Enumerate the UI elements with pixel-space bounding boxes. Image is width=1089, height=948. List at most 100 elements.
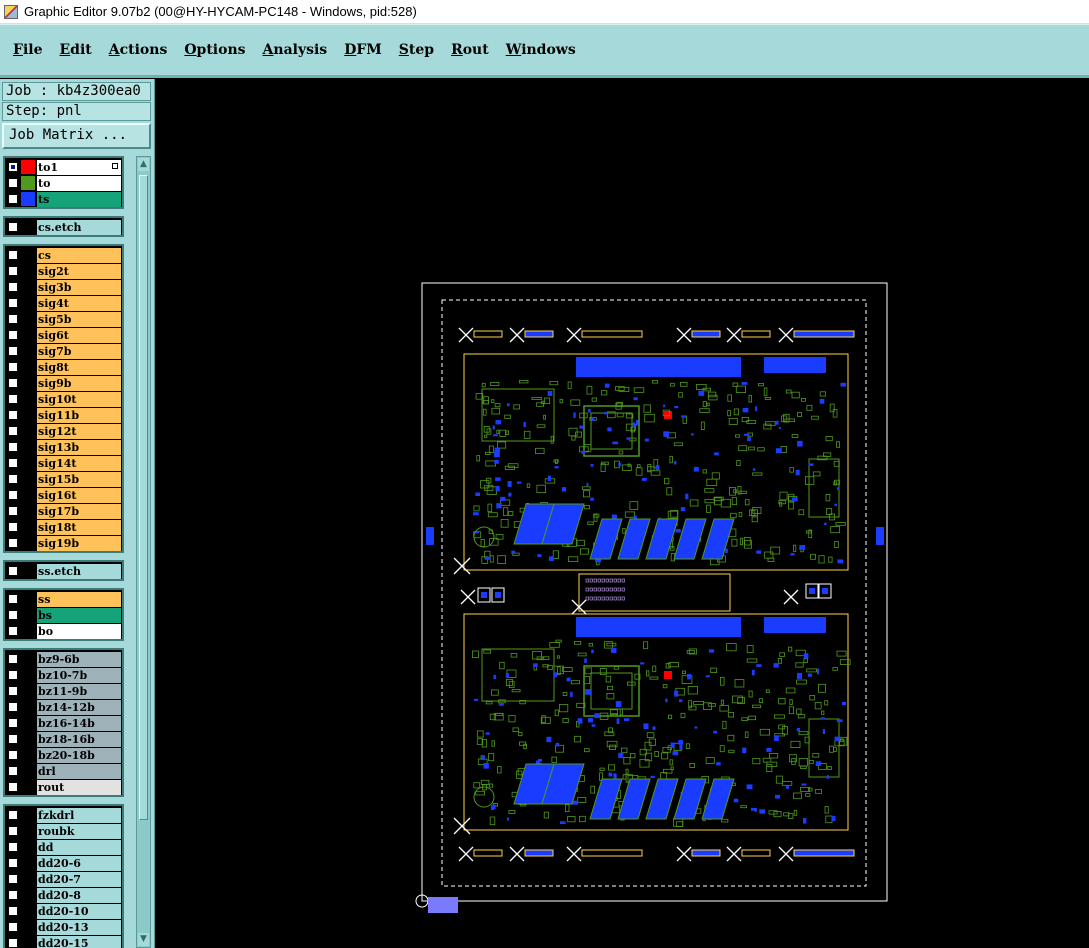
layer-checkbox[interactable] (8, 566, 18, 576)
layer-name[interactable]: sig14t (37, 455, 121, 471)
layer-row-sig2t[interactable]: sig2t (6, 263, 121, 279)
layer-name[interactable]: bo (37, 623, 121, 639)
layer-name[interactable]: bz18-16b (37, 731, 121, 747)
layer-row-sig11b[interactable]: sig11b (6, 407, 121, 423)
layer-name[interactable]: ss.etch (37, 563, 121, 579)
layer-checkbox[interactable] (8, 890, 18, 900)
layer-color-swatch[interactable] (21, 904, 35, 918)
layer-checkbox[interactable] (8, 702, 18, 712)
menu-actions[interactable]: Actions (109, 42, 168, 58)
scrollbar-thumb[interactable] (139, 175, 148, 820)
layer-name[interactable]: sig12t (37, 423, 121, 439)
layer-color-swatch[interactable] (21, 700, 35, 714)
menu-rout[interactable]: Rout (451, 42, 489, 58)
layer-color-swatch[interactable] (21, 536, 35, 550)
layer-name[interactable]: fzkdrl (37, 807, 121, 823)
layer-checkbox[interactable] (8, 750, 18, 760)
layer-row-sig8t[interactable]: sig8t (6, 359, 121, 375)
layer-color-swatch[interactable] (21, 856, 35, 870)
layer-name[interactable]: sig10t (37, 391, 121, 407)
layer-color-swatch[interactable] (21, 408, 35, 422)
layer-row-dd20-6[interactable]: dd20-6 (6, 855, 121, 871)
layer-name[interactable]: to (37, 175, 121, 191)
layer-color-swatch[interactable] (21, 248, 35, 262)
layer-row-bz16-14b[interactable]: bz16-14b (6, 715, 121, 731)
layer-name[interactable]: sig9b (37, 375, 121, 391)
layer-row-roubk[interactable]: roubk (6, 823, 121, 839)
layer-checkbox[interactable] (8, 194, 18, 204)
layer-color-swatch[interactable] (21, 764, 35, 778)
layer-row-sig19b[interactable]: sig19b (6, 535, 121, 551)
layer-color-swatch[interactable] (21, 592, 35, 606)
layer-row-bz18-16b[interactable]: bz18-16b (6, 731, 121, 747)
scroll-down-arrow-icon[interactable]: ▼ (138, 933, 149, 946)
layer-name[interactable]: sig19b (37, 535, 121, 551)
layer-row-bz14-12b[interactable]: bz14-12b (6, 699, 121, 715)
layer-name[interactable]: sig3b (37, 279, 121, 295)
layer-row-dd20-15[interactable]: dd20-15 (6, 935, 121, 948)
layer-row-sig5b[interactable]: sig5b (6, 311, 121, 327)
layer-color-swatch[interactable] (21, 192, 35, 206)
layer-checkbox[interactable] (8, 250, 18, 260)
layer-checkbox[interactable] (8, 670, 18, 680)
layer-name[interactable]: sig6t (37, 327, 121, 343)
layer-row-bz11-9b[interactable]: bz11-9b (6, 683, 121, 699)
layer-name[interactable]: dd20-15 (37, 935, 121, 948)
layer-row-sig17b[interactable]: sig17b (6, 503, 121, 519)
layer-checkbox[interactable] (8, 490, 18, 500)
layer-name[interactable]: dd20-7 (37, 871, 121, 887)
layer-row-bz20-18b[interactable]: bz20-18b (6, 747, 121, 763)
layer-row-sig16t[interactable]: sig16t (6, 487, 121, 503)
layer-color-swatch[interactable] (21, 936, 35, 948)
layer-row-cs.etch[interactable]: cs.etch (6, 219, 121, 235)
layer-color-swatch[interactable] (21, 296, 35, 310)
layer-color-swatch[interactable] (21, 312, 35, 326)
layer-checkbox[interactable] (8, 810, 18, 820)
layer-checkbox[interactable] (8, 906, 18, 916)
layer-color-swatch[interactable] (21, 440, 35, 454)
layer-name[interactable]: sig8t (37, 359, 121, 375)
layer-name[interactable]: dd (37, 839, 121, 855)
layer-row-to[interactable]: to (6, 175, 121, 191)
layer-checkbox[interactable] (8, 626, 18, 636)
layer-row-sig6t[interactable]: sig6t (6, 327, 121, 343)
menu-file[interactable]: File (13, 42, 43, 58)
layer-color-swatch[interactable] (21, 456, 35, 470)
layer-name[interactable]: bz9-6b (37, 651, 121, 667)
layer-row-sig3b[interactable]: sig3b (6, 279, 121, 295)
layer-checkbox[interactable] (8, 222, 18, 232)
layer-name[interactable]: to1 (37, 159, 121, 175)
layer-row-fzkdrl[interactable]: fzkdrl (6, 807, 121, 823)
layer-color-swatch[interactable] (21, 808, 35, 822)
layer-name[interactable]: bz10-7b (37, 667, 121, 683)
layer-name[interactable]: roubk (37, 823, 121, 839)
layer-checkbox[interactable] (8, 330, 18, 340)
layer-color-swatch[interactable] (21, 392, 35, 406)
layer-row-dd20-13[interactable]: dd20-13 (6, 919, 121, 935)
layer-checkbox[interactable] (8, 826, 18, 836)
layer-row-ss.etch[interactable]: ss.etch (6, 563, 121, 579)
layer-color-swatch[interactable] (21, 840, 35, 854)
layer-color-swatch[interactable] (21, 220, 35, 234)
layer-row-dd[interactable]: dd (6, 839, 121, 855)
menu-step[interactable]: Step (399, 42, 434, 58)
layer-row-sig4t[interactable]: sig4t (6, 295, 121, 311)
layer-name[interactable]: ss (37, 591, 121, 607)
layer-checkbox[interactable] (8, 938, 18, 948)
layer-row-bz9-6b[interactable]: bz9-6b (6, 651, 121, 667)
layer-checkbox[interactable] (8, 410, 18, 420)
layer-checkbox[interactable] (8, 442, 18, 452)
layer-checkbox[interactable] (8, 842, 18, 852)
layer-name[interactable]: bz16-14b (37, 715, 121, 731)
layer-name[interactable]: drl (37, 763, 121, 779)
menu-dfm[interactable]: DFM (344, 42, 382, 58)
layer-name[interactable]: bz14-12b (37, 699, 121, 715)
layer-color-swatch[interactable] (21, 732, 35, 746)
layer-color-swatch[interactable] (21, 668, 35, 682)
layer-checkbox[interactable] (8, 162, 18, 172)
layer-checkbox[interactable] (8, 426, 18, 436)
layer-checkbox[interactable] (8, 474, 18, 484)
job-matrix-button[interactable]: Job Matrix ... (2, 123, 151, 149)
layer-row-dd20-10[interactable]: dd20-10 (6, 903, 121, 919)
layer-row-sig18t[interactable]: sig18t (6, 519, 121, 535)
